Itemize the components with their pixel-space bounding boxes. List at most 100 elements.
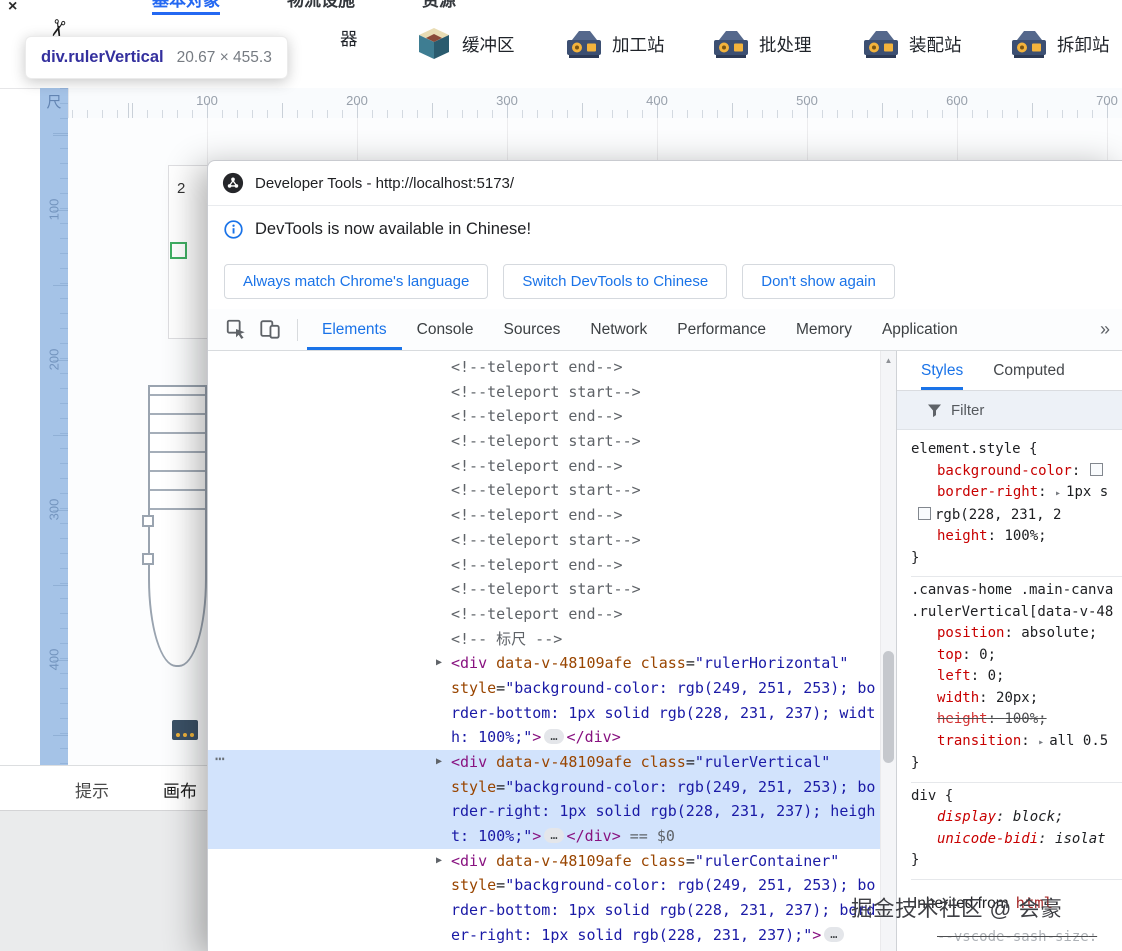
bottom-tab[interactable]: 提示 xyxy=(75,777,109,802)
dom-line[interactable]: t: 100%;">… </div> == $0 xyxy=(208,824,880,849)
infobar-button[interactable]: Don't show again xyxy=(742,264,895,299)
dom-line[interactable]: ⋯ ▶ <div data-v-48109afe class="rulerVerti… xyxy=(208,747,880,775)
devtools-tab-performance[interactable]: Performance xyxy=(662,309,781,350)
station-bounding-box: 2 xyxy=(168,165,209,339)
dom-line[interactable]: <!--teleport start--> xyxy=(208,429,880,454)
dom-scrollbar[interactable]: ▲ xyxy=(880,351,896,951)
css-line[interactable]: width: 20px; xyxy=(911,688,1122,710)
inspect-element-icon[interactable] xyxy=(225,318,249,342)
css-line[interactable]: unicode-bidi: isolat xyxy=(911,829,1122,851)
devtools-tab-network[interactable]: Network xyxy=(575,309,662,350)
dom-line[interactable]: style="background-color: rgb(249, 251, 2… xyxy=(208,774,880,800)
dom-line[interactable]: rder-bottom: 1px solid rgb(228, 231, 237… xyxy=(208,898,880,923)
dom-line[interactable]: <!--teleport end--> xyxy=(208,454,880,479)
css-line[interactable]: display: block; xyxy=(911,807,1122,829)
devtools-titlebar[interactable]: Developer Tools - http://localhost:5173/ xyxy=(208,161,1122,206)
color-swatch[interactable] xyxy=(918,506,931,520)
css-line[interactable]: } xyxy=(911,850,1122,872)
dom-line[interactable]: style="background-color: rgb(249, 251, 2… xyxy=(208,873,880,898)
expand-arrow-icon[interactable]: ▶ xyxy=(436,750,442,775)
devtools-tab-memory[interactable]: Memory xyxy=(781,309,867,350)
styles-tab-computed[interactable]: Computed xyxy=(993,351,1065,390)
css-line[interactable]: .canvas-home .main-canva xyxy=(911,580,1122,602)
tank-shape[interactable] xyxy=(142,385,207,667)
dom-tree: <!--teleport end--> <!--teleport start-->… xyxy=(208,351,880,951)
styles-tab-styles[interactable]: Styles xyxy=(921,351,963,390)
dom-line[interactable]: <!--teleport end--> xyxy=(208,503,880,528)
css-line[interactable]: left: 0; xyxy=(911,666,1122,688)
dom-line[interactable]: ▶ <div data-v-48109afe class="rulerContai… xyxy=(208,849,880,874)
css-token: .canvas-home .main-canva xyxy=(911,582,1114,598)
device-toolbar-icon[interactable] xyxy=(259,318,283,342)
scrollbar-thumb[interactable] xyxy=(883,651,894,763)
scroll-up-icon[interactable]: ▲ xyxy=(881,356,896,365)
bottom-tab[interactable]: 画布 xyxy=(163,777,197,802)
dom-line[interactable]: er-right: 1px solid rgb(228, 231, 237);"… xyxy=(208,923,880,948)
dom-line[interactable]: <!--teleport end--> xyxy=(208,602,880,627)
css-line[interactable]: .rulerVertical[data-v-48 xyxy=(911,602,1122,624)
css-line[interactable]: position: absolute; xyxy=(911,623,1122,645)
horizontal-ruler: 100 200 300 400 500 600 700 xyxy=(68,88,1122,119)
devtools-tab-console[interactable]: Console xyxy=(402,309,489,350)
dom-line[interactable]: <!--teleport start--> xyxy=(208,577,880,602)
css-line[interactable]: --vscode-sash-size: xyxy=(911,927,1122,949)
dom-line[interactable]: <!--teleport end--> xyxy=(208,355,880,380)
css-line[interactable]: transition: ▸ all 0.5 xyxy=(911,731,1122,754)
css-line[interactable]: } xyxy=(911,753,1122,775)
dom-line[interactable]: ▶ <div data-v-48109afe class="rulerHorizo… xyxy=(208,651,880,676)
styles-filter[interactable]: Filter xyxy=(897,391,1122,430)
infobar-button[interactable]: Always match Chrome's language xyxy=(224,264,489,299)
top-tab[interactable]: 资源 xyxy=(422,0,456,15)
tooltip-element-name: div.rulerVertical xyxy=(41,48,164,66)
mini-station-object[interactable] xyxy=(172,720,198,740)
more-tabs-icon[interactable]: » xyxy=(1100,319,1110,340)
station-label: 缓冲区 xyxy=(462,34,515,55)
css-line[interactable]: top: 0; xyxy=(911,645,1122,667)
dom-line[interactable]: rder-bottom: 1px solid rgb(228, 231, 237… xyxy=(208,701,880,726)
css-line[interactable]: div { xyxy=(911,786,1122,808)
dom-line[interactable]: h: 100%;">… </div> xyxy=(208,725,880,750)
css-line[interactable]: height: 100%; xyxy=(911,526,1122,548)
dom-line[interactable]: <!--teleport end--> xyxy=(208,553,880,578)
top-tab[interactable]: 物流设施 xyxy=(287,0,355,15)
station-item[interactable]: 缓冲区 xyxy=(415,26,515,62)
station-item[interactable]: 器 xyxy=(340,26,358,51)
station-item[interactable]: 加工站 xyxy=(565,26,665,62)
node-menu-icon[interactable]: ⋯ xyxy=(215,747,226,772)
collapsed-content-ellipsis[interactable]: … xyxy=(544,729,564,745)
dom-line[interactable]: <!--teleport end--> xyxy=(208,404,880,429)
dom-line[interactable]: <!--teleport start--> xyxy=(208,380,880,405)
close-icon[interactable]: × xyxy=(8,0,17,16)
station-item[interactable]: 拆卸站 xyxy=(1010,26,1110,62)
expand-arrow-icon[interactable]: ▶ xyxy=(436,849,442,874)
station-item[interactable]: 装配站 xyxy=(862,26,962,62)
devtools-tab-application[interactable]: Application xyxy=(867,309,973,350)
css-token: border-right xyxy=(937,484,1039,500)
color-swatch[interactable] xyxy=(1089,462,1103,476)
green-square-marker[interactable] xyxy=(170,242,187,259)
collapsed-content-ellipsis[interactable]: … xyxy=(824,926,844,942)
expand-arrow-icon[interactable]: ▶ xyxy=(436,651,442,676)
dom-token: <!--teleport start--> xyxy=(451,432,641,451)
css-line[interactable]: border-right: ▸ 1px s xyxy=(911,482,1122,505)
dom-line[interactable]: <!-- 标尺 --> xyxy=(208,627,880,652)
infobar-button[interactable]: Switch DevTools to Chinese xyxy=(503,264,728,299)
expand-value-icon[interactable]: ▸ xyxy=(1038,737,1044,748)
devtools-tab-sources[interactable]: Sources xyxy=(489,309,576,350)
css-line[interactable]: background-color: xyxy=(911,461,1122,483)
dom-line[interactable]: style="background-color: rgb(249, 251, 2… xyxy=(208,676,880,701)
station-item[interactable]: 批处理 xyxy=(712,26,812,62)
dom-line[interactable]: <!--teleport start--> xyxy=(208,528,880,553)
dom-token: data-v-48109afe xyxy=(487,753,641,771)
css-line[interactable]: height: 100%; xyxy=(911,709,1122,731)
collapsed-content-ellipsis[interactable]: … xyxy=(544,828,564,844)
css-line[interactable]: element.style { xyxy=(911,439,1122,461)
css-line[interactable]: rgb(228, 231, 2 xyxy=(911,505,1122,527)
devtools-tab-elements[interactable]: Elements xyxy=(307,309,402,350)
top-tab[interactable]: 基本对象 xyxy=(152,0,220,15)
dom-line[interactable]: <!--teleport start--> xyxy=(208,478,880,503)
expand-value-icon[interactable]: ▸ xyxy=(1055,488,1061,499)
dom-token: <!--teleport end--> xyxy=(451,555,623,574)
dom-line[interactable]: rder-right: 1px solid rgb(228, 231, 237)… xyxy=(208,799,880,825)
css-line[interactable]: } xyxy=(911,548,1122,570)
